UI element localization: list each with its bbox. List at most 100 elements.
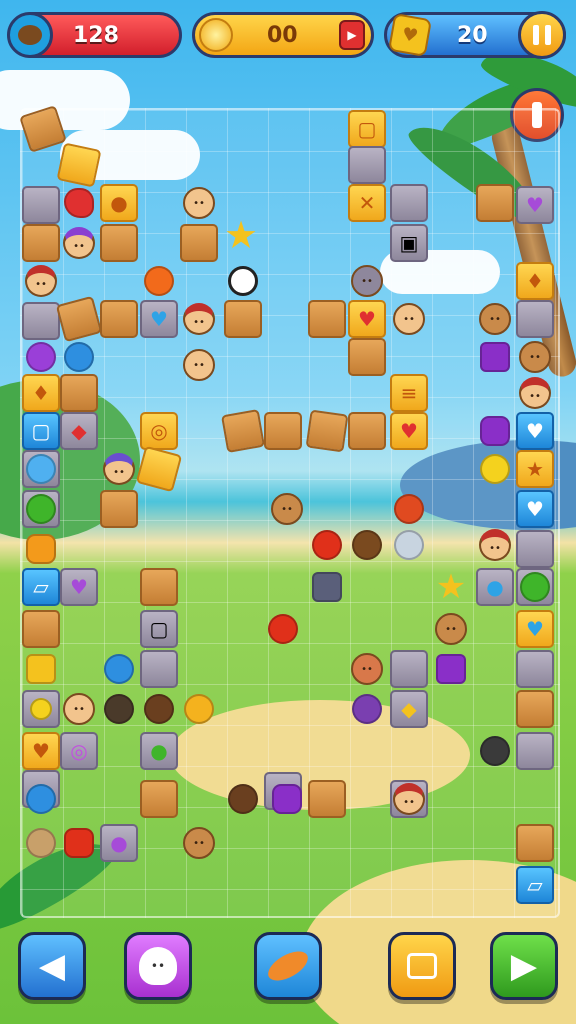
red-bird-item[interactable]	[264, 610, 302, 648]
stone-block[interactable]	[390, 650, 428, 688]
yellow-orb-item[interactable]	[22, 690, 60, 728]
gold-shield-tile[interactable]: ▢	[348, 110, 386, 148]
wood-block[interactable]	[348, 412, 386, 450]
wood-block[interactable]	[308, 780, 346, 818]
wood-block[interactable]	[22, 610, 60, 648]
calendar-button[interactable]	[388, 932, 456, 1000]
yellow-star-item[interactable]: ★	[222, 213, 260, 257]
wood-block[interactable]	[140, 780, 178, 818]
red-bird-item[interactable]	[60, 184, 98, 222]
character-bear[interactable]: ••	[476, 300, 514, 338]
purple-gem-item[interactable]	[432, 650, 470, 688]
silver-orb-item[interactable]	[390, 526, 428, 564]
play-button[interactable]: ▶	[490, 932, 558, 1000]
blue-gem-tile[interactable]: ▱	[516, 866, 554, 904]
wood-block[interactable]	[100, 300, 138, 338]
character-pirate[interactable]: ••	[180, 300, 218, 338]
character-eye-bot[interactable]	[224, 262, 262, 300]
gold-heart-tile[interactable]: ♥	[516, 610, 554, 648]
green-orb-item[interactable]	[22, 490, 60, 528]
green-orb-item[interactable]	[516, 568, 554, 606]
coconut-item[interactable]	[476, 732, 514, 770]
purple-gem-item[interactable]	[476, 412, 514, 450]
robot-item[interactable]	[308, 568, 346, 606]
gold-shield-tile[interactable]: ♦	[22, 374, 60, 412]
stone-heart-tile[interactable]: ♥	[516, 186, 554, 224]
stone-block[interactable]	[22, 302, 60, 340]
stone-gem-tile[interactable]: ●	[100, 824, 138, 862]
orange-gem-item[interactable]	[22, 530, 60, 568]
gold-shield-tile[interactable]: ♥	[22, 732, 60, 770]
blue-orb-item[interactable]	[60, 338, 98, 376]
character-button[interactable]: ••	[124, 932, 192, 1000]
wood-block[interactable]	[140, 568, 178, 606]
gold-shield-tile[interactable]: ●	[100, 184, 138, 222]
blue-heart-tile[interactable]: ♥	[516, 412, 554, 450]
character-monkey[interactable]: ••	[180, 346, 218, 384]
wood-block[interactable]	[100, 490, 138, 528]
coconut-item[interactable]	[224, 780, 262, 818]
stone-gem-tile[interactable]: ●	[476, 568, 514, 606]
gold-stack-tile[interactable]: ≡	[390, 374, 428, 412]
wood-block[interactable]	[264, 412, 302, 450]
fish-booster-button[interactable]	[254, 932, 322, 1000]
stone-block[interactable]	[516, 732, 554, 770]
blue-gem-tile[interactable]: ▢	[22, 412, 60, 450]
stone-shield-tile[interactable]: ◆	[390, 690, 428, 728]
blue-gem-tile[interactable]: ▱	[22, 568, 60, 606]
blue-orb-item[interactable]	[22, 780, 60, 818]
character-bear[interactable]: ••	[180, 824, 218, 862]
gold-heart-tile[interactable]: ♥	[390, 412, 428, 450]
gold-heart-tile[interactable]: ♥	[348, 300, 386, 338]
wood-block[interactable]	[180, 224, 218, 262]
wood-block[interactable]	[308, 300, 346, 338]
gold-star-tile[interactable]: ★	[516, 450, 554, 488]
stone-gem-tile[interactable]: ◎	[60, 732, 98, 770]
stone-gem-tile[interactable]: ◆	[60, 412, 98, 450]
coconut-item[interactable]	[22, 824, 60, 862]
wood-block[interactable]	[305, 409, 349, 453]
stone-block[interactable]	[516, 300, 554, 338]
stone-block[interactable]	[348, 146, 386, 184]
character-monkey[interactable]: ••	[60, 690, 98, 728]
wood-block[interactable]	[60, 374, 98, 412]
stone-gem-tile[interactable]: ●	[140, 732, 178, 770]
yellow-chick-item[interactable]	[476, 450, 514, 488]
stone-block[interactable]	[140, 650, 178, 688]
stone-block[interactable]	[390, 184, 428, 222]
character-monkey[interactable]: ••	[348, 650, 386, 688]
purple-orb-item[interactable]	[22, 338, 60, 376]
stone-block[interactable]	[516, 650, 554, 688]
stone-lantern-tile[interactable]: ▣	[390, 224, 428, 262]
character-pirate[interactable]: ••	[22, 262, 60, 300]
wood-block[interactable]	[224, 300, 262, 338]
purple-gem-item[interactable]	[476, 338, 514, 376]
character-pirate[interactable]: ••	[60, 224, 98, 262]
coconut-item[interactable]	[100, 690, 138, 728]
character-pirate[interactable]: ••	[476, 526, 514, 564]
red-fruit-item[interactable]	[308, 526, 346, 564]
wood-block[interactable]	[348, 338, 386, 376]
character-bear[interactable]: ••	[432, 610, 470, 648]
add-coins-button[interactable]: ▶	[339, 20, 365, 50]
wood-block[interactable]	[476, 184, 514, 222]
gold-star-item[interactable]: ★	[432, 567, 470, 607]
wood-block[interactable]	[516, 824, 554, 862]
stone-heart-tile[interactable]: ♥	[140, 300, 178, 338]
gold-shield-tile[interactable]: ♦	[516, 262, 554, 300]
stone-block[interactable]	[22, 186, 60, 224]
blue-heart-tile[interactable]: ♥	[516, 490, 554, 528]
blue-orb-item[interactable]	[100, 650, 138, 688]
character-monkey[interactable]: ••	[180, 184, 218, 222]
character-wizard[interactable]: ••	[100, 450, 138, 488]
wood-block[interactable]	[516, 690, 554, 728]
yellow-orb-item[interactable]	[180, 690, 218, 728]
character-monkey[interactable]: ••	[390, 300, 428, 338]
stone-block[interactable]: ▢	[140, 610, 178, 648]
gold-shield-tile[interactable]: ◎	[140, 412, 178, 450]
purple-gem-item[interactable]	[268, 780, 306, 818]
pause-button[interactable]	[518, 11, 566, 59]
gold-x-tile[interactable]: ✕	[348, 184, 386, 222]
orange-fruit-item[interactable]	[140, 262, 178, 300]
character-cat[interactable]: ••	[348, 262, 386, 300]
